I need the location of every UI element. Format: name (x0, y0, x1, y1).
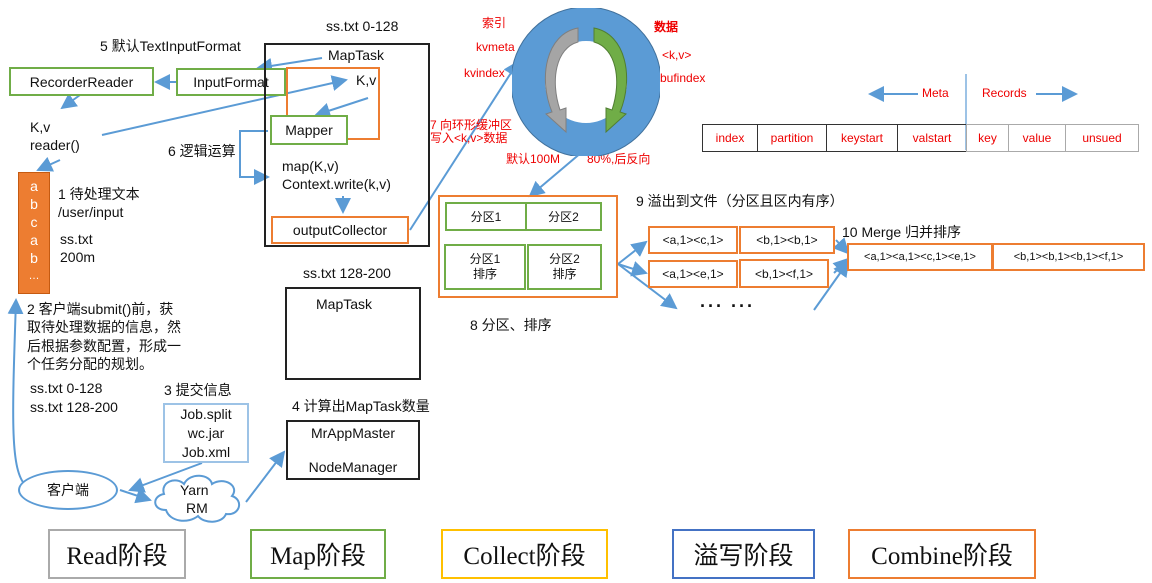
step7-line2: 写入<k,v>数据 (430, 131, 508, 145)
arrow-partition-to-spill2 (617, 261, 648, 277)
file-char: … (28, 270, 40, 282)
kv-label: K,v (30, 119, 51, 135)
partition1-sort-line: 排序 (472, 267, 497, 281)
step2-line: 取待处理数据的信息，然 (27, 319, 181, 335)
arrow-yarn-to-mrappmaster (245, 450, 286, 503)
spill-file1-part1: <a,1><c,1> (648, 226, 738, 254)
partition1-sort-box: 分区1 排序 (444, 244, 526, 290)
spill-file1-part2: <b,1><b,1> (739, 226, 835, 254)
file-char: a (30, 232, 38, 248)
meta-cell-index: index (702, 124, 758, 152)
split-list-item: ss.txt 0-128 (30, 380, 103, 396)
mapper-box: Mapper (270, 115, 348, 145)
split-list-item: ss.txt 128-200 (30, 399, 118, 415)
meta-cell-valstart: valstart (897, 124, 967, 152)
legend-combine-stage: Combine阶段 (848, 529, 1036, 579)
kvindex-label: kvindex (464, 66, 505, 80)
input-path-label: /user/input (58, 204, 124, 220)
arrow-recorderreader-to-kv (60, 93, 81, 110)
record-cell-key: key (966, 124, 1009, 152)
file-char: b (30, 250, 38, 266)
maptask1-label: MapTask (328, 47, 385, 63)
partition1-sort-line: 分区1 (469, 252, 501, 266)
legend-spill-stage: 溢写阶段 (672, 529, 815, 579)
mrappmaster-box: MrAppMaster NodeManager (286, 420, 420, 480)
job-file: Job.xml (181, 443, 231, 460)
arrow-reader-to-file (36, 156, 61, 172)
context-write-label: Context.write(k,v) (282, 176, 391, 192)
nodemanager-label: NodeManager (308, 459, 398, 475)
arrow-partition-to-spill1 (617, 240, 648, 265)
mrappmaster-label: MrAppMaster (310, 425, 396, 441)
job-files-box: Job.split wc.jar Job.xml (163, 403, 249, 463)
kvmeta-label: kvmeta (476, 40, 515, 54)
split2-title: ss.txt 128-200 (303, 265, 391, 281)
merge-result-part2: <b,1><b,1><b,1><f,1> (992, 243, 1145, 271)
input-file-block: a b c a b … (18, 172, 50, 294)
output-collector-box: outputCollector (271, 216, 409, 244)
kv-inner-label: K,v (356, 72, 377, 88)
file-char: c (30, 214, 38, 230)
job-file: wc.jar (187, 424, 225, 441)
meta-label: Meta (922, 86, 949, 100)
step6-label: 6 逻辑运算 (168, 143, 236, 159)
spill-file2-part1: <a,1><e,1> (648, 260, 738, 288)
client-ellipse: 客户端 (18, 470, 118, 510)
arrow-client-to-file (7, 298, 27, 487)
split1-title: ss.txt 0-128 (326, 18, 399, 34)
more-files-ellipsis: ··· ··· (700, 296, 755, 316)
bufindex-label: bufindex (660, 71, 706, 85)
kv-data-label: <k,v> (662, 48, 692, 62)
arrow-client-to-yarn (119, 487, 152, 504)
map-call-label: map(K,v) (282, 158, 339, 174)
meta-cell-partition: partition (757, 124, 827, 152)
file-name-label: ss.txt (60, 231, 93, 247)
partition1-box: 分区1 (445, 202, 527, 231)
step2-line: 个任务分配的规划。 (27, 356, 153, 372)
step2-line: 后根据参数配置，形成一 (27, 338, 181, 354)
file-char: b (30, 196, 38, 212)
legend-map-stage: Map阶段 (250, 529, 386, 579)
file-char: a (30, 178, 38, 194)
recorder-reader-box: RecorderReader (9, 67, 154, 96)
step7-line1: 7 向环形缓冲区 (430, 118, 513, 132)
legend-collect-stage: Collect阶段 (441, 529, 608, 579)
partition2-sort-line: 分区2 (549, 252, 580, 266)
partition2-box: 分区2 (525, 202, 602, 231)
arrow-spill2-to-merge (832, 257, 850, 275)
rm-label: RM (186, 500, 208, 516)
merge-result-part1: <a,1><a,1><c,1><e,1> (847, 243, 993, 271)
step10-label: 10 Merge 归并排序 (842, 224, 962, 240)
step5-label: 5 默认TextInputFormat (100, 38, 241, 54)
record-cell-value: value (1008, 124, 1066, 152)
index-title: 索引 (482, 16, 507, 30)
legend-read-stage: Read阶段 (48, 529, 186, 579)
maptask2-label: MapTask (316, 296, 373, 312)
step4-label: 4 计算出MapTask数量 (292, 398, 430, 414)
step1-label: 1 待处理文本 (58, 186, 140, 202)
step9-label: 9 溢出到文件（分区且区内有序） (636, 193, 844, 209)
record-cell-unused: unsued (1065, 124, 1139, 152)
step3-label: 3 提交信息 (164, 382, 232, 398)
step8-label: 8 分区、排序 (470, 317, 552, 333)
partition2-sort-line: 排序 (552, 267, 577, 281)
yarn-label: Yarn (180, 482, 209, 498)
step2-line: 2 客户端submit()前，获 (27, 301, 174, 317)
ring-buffer-icon (512, 8, 660, 156)
spill-file2-part2: <b,1><f,1> (739, 259, 829, 288)
file-size-label: 200m (60, 249, 96, 265)
meta-cell-keystart: keystart (826, 124, 898, 152)
job-file: Job.split (180, 405, 232, 422)
reader-label: reader() (30, 137, 80, 153)
partition2-sort-box: 分区2 排序 (527, 244, 602, 290)
records-label: Records (982, 86, 1027, 100)
